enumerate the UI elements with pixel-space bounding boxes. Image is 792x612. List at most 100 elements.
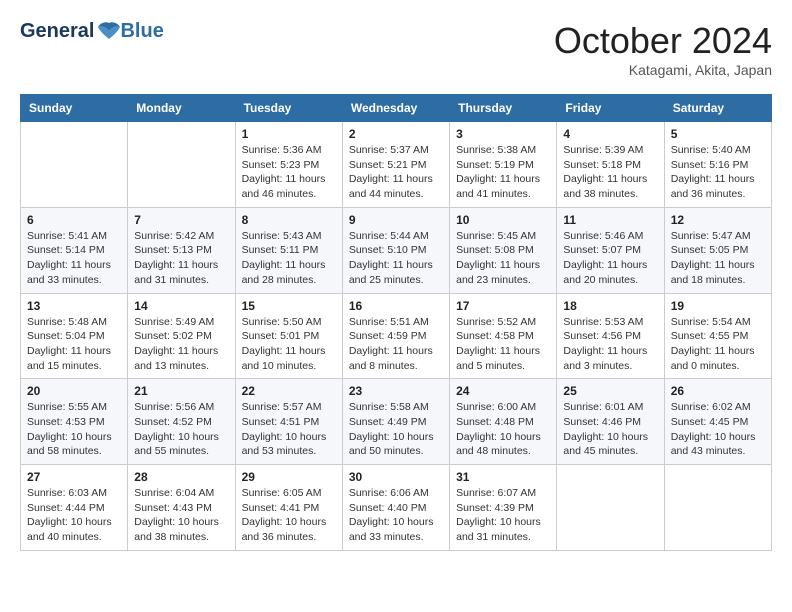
day-number: 8 bbox=[242, 213, 336, 227]
day-number: 1 bbox=[242, 127, 336, 141]
calendar-cell: 25 Sunrise: 6:01 AM Sunset: 4:46 PM Dayli… bbox=[557, 379, 664, 465]
calendar-cell: 6Sunrise: 5:41 AM Sunset: 5:14 PM Daylig… bbox=[21, 207, 128, 293]
calendar-week-row: 13 Sunrise: 5:48 AM Sunset: 5:04 PM Dayli… bbox=[21, 293, 772, 379]
calendar-cell: 31 Sunrise: 6:07 AM Sunset: 4:39 PM Dayli… bbox=[450, 465, 557, 551]
day-number: 29 bbox=[242, 470, 336, 484]
day-number: 24 bbox=[456, 384, 550, 398]
logo-bird-icon bbox=[96, 21, 122, 43]
day-number: 19 bbox=[671, 299, 765, 313]
day-number: 6 bbox=[27, 213, 121, 227]
day-info: Sunrise: 6:02 AM Sunset: 4:45 PM Dayligh… bbox=[671, 400, 765, 459]
day-number: 18 bbox=[563, 299, 657, 313]
calendar-cell: 4 Sunrise: 5:39 AM Sunset: 5:18 PM Daylig… bbox=[557, 122, 664, 208]
calendar-cell: 18Sunrise: 5:53 AM Sunset: 4:56 PM Dayli… bbox=[557, 293, 664, 379]
day-info: Sunrise: 5:45 AM Sunset: 5:08 PM Dayligh… bbox=[456, 229, 550, 288]
day-number: 12 bbox=[671, 213, 765, 227]
calendar-cell bbox=[128, 122, 235, 208]
calendar-cell: 16 Sunrise: 5:51 AM Sunset: 4:59 PM Dayli… bbox=[342, 293, 449, 379]
calendar-cell: 9 Sunrise: 5:44 AM Sunset: 5:10 PM Daylig… bbox=[342, 207, 449, 293]
calendar-cell: 21 Sunrise: 5:56 AM Sunset: 4:52 PM Dayli… bbox=[128, 379, 235, 465]
calendar-cell bbox=[21, 122, 128, 208]
day-number: 3 bbox=[456, 127, 550, 141]
calendar-cell: 23 Sunrise: 5:58 AM Sunset: 4:49 PM Dayli… bbox=[342, 379, 449, 465]
day-number: 11 bbox=[563, 213, 657, 227]
day-number: 21 bbox=[134, 384, 228, 398]
calendar-cell: 20 Sunrise: 5:55 AM Sunset: 4:53 PM Dayli… bbox=[21, 379, 128, 465]
day-info: Sunrise: 5:55 AM Sunset: 4:53 PM Dayligh… bbox=[27, 400, 121, 459]
day-number: 30 bbox=[349, 470, 443, 484]
page-header: General Blue October 2024 Katagami, Akit… bbox=[20, 20, 772, 78]
calendar-week-row: 6Sunrise: 5:41 AM Sunset: 5:14 PM Daylig… bbox=[21, 207, 772, 293]
day-info: Sunrise: 5:51 AM Sunset: 4:59 PM Dayligh… bbox=[349, 315, 443, 374]
day-info: Sunrise: 5:44 AM Sunset: 5:10 PM Dayligh… bbox=[349, 229, 443, 288]
day-info: Sunrise: 5:36 AM Sunset: 5:23 PM Dayligh… bbox=[242, 143, 336, 202]
weekday-header: Sunday bbox=[21, 95, 128, 122]
day-number: 10 bbox=[456, 213, 550, 227]
calendar-title: October 2024 bbox=[554, 20, 772, 62]
weekday-header: Monday bbox=[128, 95, 235, 122]
calendar-cell: 8 Sunrise: 5:43 AM Sunset: 5:11 PM Daylig… bbox=[235, 207, 342, 293]
calendar-cell: 27Sunrise: 6:03 AM Sunset: 4:44 PM Dayli… bbox=[21, 465, 128, 551]
day-number: 23 bbox=[349, 384, 443, 398]
calendar-week-row: 1 Sunrise: 5:36 AM Sunset: 5:23 PM Daylig… bbox=[21, 122, 772, 208]
weekday-header: Thursday bbox=[450, 95, 557, 122]
calendar-cell: 13 Sunrise: 5:48 AM Sunset: 5:04 PM Dayli… bbox=[21, 293, 128, 379]
day-info: Sunrise: 5:50 AM Sunset: 5:01 PM Dayligh… bbox=[242, 315, 336, 374]
day-info: Sunrise: 6:07 AM Sunset: 4:39 PM Dayligh… bbox=[456, 486, 550, 545]
day-number: 5 bbox=[671, 127, 765, 141]
day-info: Sunrise: 6:01 AM Sunset: 4:46 PM Dayligh… bbox=[563, 400, 657, 459]
day-number: 7 bbox=[134, 213, 228, 227]
day-info: Sunrise: 5:48 AM Sunset: 5:04 PM Dayligh… bbox=[27, 315, 121, 374]
calendar-cell bbox=[557, 465, 664, 551]
calendar-week-row: 27Sunrise: 6:03 AM Sunset: 4:44 PM Dayli… bbox=[21, 465, 772, 551]
day-number: 17 bbox=[456, 299, 550, 313]
day-info: Sunrise: 5:40 AM Sunset: 5:16 PM Dayligh… bbox=[671, 143, 765, 202]
calendar-cell: 15 Sunrise: 5:50 AM Sunset: 5:01 PM Dayli… bbox=[235, 293, 342, 379]
day-info: Sunrise: 5:37 AM Sunset: 5:21 PM Dayligh… bbox=[349, 143, 443, 202]
day-number: 16 bbox=[349, 299, 443, 313]
day-info: Sunrise: 5:56 AM Sunset: 4:52 PM Dayligh… bbox=[134, 400, 228, 459]
weekday-header: Friday bbox=[557, 95, 664, 122]
day-number: 4 bbox=[563, 127, 657, 141]
calendar-cell: 26 Sunrise: 6:02 AM Sunset: 4:45 PM Dayli… bbox=[664, 379, 771, 465]
day-info: Sunrise: 6:05 AM Sunset: 4:41 PM Dayligh… bbox=[242, 486, 336, 545]
day-info: Sunrise: 6:00 AM Sunset: 4:48 PM Dayligh… bbox=[456, 400, 550, 459]
calendar-cell: 24 Sunrise: 6:00 AM Sunset: 4:48 PM Dayli… bbox=[450, 379, 557, 465]
day-info: Sunrise: 5:38 AM Sunset: 5:19 PM Dayligh… bbox=[456, 143, 550, 202]
day-info: Sunrise: 5:52 AM Sunset: 4:58 PM Dayligh… bbox=[456, 315, 550, 374]
day-info: Sunrise: 6:06 AM Sunset: 4:40 PM Dayligh… bbox=[349, 486, 443, 545]
day-info: Sunrise: 5:43 AM Sunset: 5:11 PM Dayligh… bbox=[242, 229, 336, 288]
day-number: 28 bbox=[134, 470, 228, 484]
day-number: 26 bbox=[671, 384, 765, 398]
day-number: 31 bbox=[456, 470, 550, 484]
calendar-cell bbox=[664, 465, 771, 551]
calendar-cell: 1 Sunrise: 5:36 AM Sunset: 5:23 PM Daylig… bbox=[235, 122, 342, 208]
day-number: 25 bbox=[563, 384, 657, 398]
calendar-week-row: 20 Sunrise: 5:55 AM Sunset: 4:53 PM Dayli… bbox=[21, 379, 772, 465]
day-info: Sunrise: 5:57 AM Sunset: 4:51 PM Dayligh… bbox=[242, 400, 336, 459]
day-number: 20 bbox=[27, 384, 121, 398]
day-info: Sunrise: 6:04 AM Sunset: 4:43 PM Dayligh… bbox=[134, 486, 228, 545]
day-info: Sunrise: 5:54 AM Sunset: 4:55 PM Dayligh… bbox=[671, 315, 765, 374]
day-number: 13 bbox=[27, 299, 121, 313]
logo-blue-text: Blue bbox=[120, 20, 163, 42]
calendar-cell: 19 Sunrise: 5:54 AM Sunset: 4:55 PM Dayli… bbox=[664, 293, 771, 379]
calendar-cell: 22Sunrise: 5:57 AM Sunset: 4:51 PM Dayli… bbox=[235, 379, 342, 465]
day-info: Sunrise: 5:46 AM Sunset: 5:07 PM Dayligh… bbox=[563, 229, 657, 288]
day-number: 15 bbox=[242, 299, 336, 313]
day-info: Sunrise: 5:47 AM Sunset: 5:05 PM Dayligh… bbox=[671, 229, 765, 288]
day-info: Sunrise: 5:49 AM Sunset: 5:02 PM Dayligh… bbox=[134, 315, 228, 374]
calendar-cell: 5 Sunrise: 5:40 AM Sunset: 5:16 PM Daylig… bbox=[664, 122, 771, 208]
calendar-cell: 12 Sunrise: 5:47 AM Sunset: 5:05 PM Dayli… bbox=[664, 207, 771, 293]
weekday-header: Wednesday bbox=[342, 95, 449, 122]
logo: General Blue bbox=[20, 20, 164, 43]
calendar-cell: 29 Sunrise: 6:05 AM Sunset: 4:41 PM Dayli… bbox=[235, 465, 342, 551]
day-number: 27 bbox=[27, 470, 121, 484]
day-info: Sunrise: 5:39 AM Sunset: 5:18 PM Dayligh… bbox=[563, 143, 657, 202]
day-number: 9 bbox=[349, 213, 443, 227]
day-info: Sunrise: 5:58 AM Sunset: 4:49 PM Dayligh… bbox=[349, 400, 443, 459]
weekday-header-row: SundayMondayTuesdayWednesdayThursdayFrid… bbox=[21, 95, 772, 122]
calendar-cell: 30 Sunrise: 6:06 AM Sunset: 4:40 PM Dayli… bbox=[342, 465, 449, 551]
calendar-cell: 7Sunrise: 5:42 AM Sunset: 5:13 PM Daylig… bbox=[128, 207, 235, 293]
calendar-cell: 17 Sunrise: 5:52 AM Sunset: 4:58 PM Dayli… bbox=[450, 293, 557, 379]
